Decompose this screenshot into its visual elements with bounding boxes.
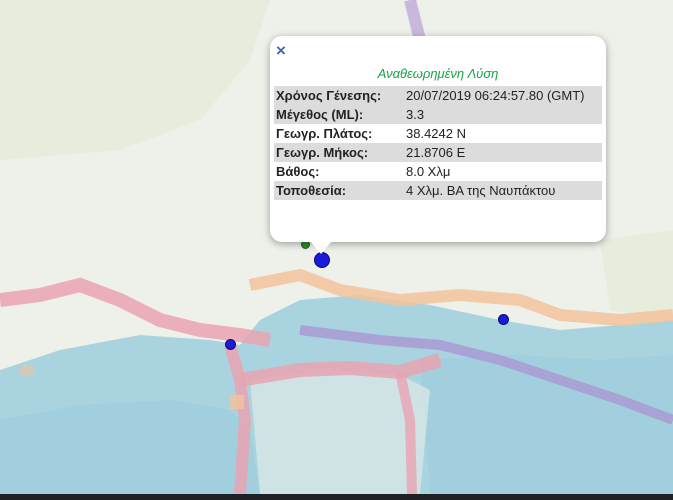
row-value: 38.4242 N [406, 126, 466, 141]
orange-spot [230, 395, 244, 409]
earthquake-marker[interactable] [225, 339, 236, 350]
row-label: Βάθος: [276, 164, 320, 179]
popup-pointer [310, 241, 332, 254]
earthquake-info-popup: × Αναθεωρημένη Λύση Χρόνος Γένεσης: 20/0… [270, 36, 606, 242]
row-value: 8.0 Χλμ [406, 164, 451, 179]
popup-title: Αναθεωρημένη Λύση [377, 66, 499, 81]
row-value: 4 Χλμ. ΒΑ της Ναυπάκτου [404, 181, 602, 200]
table-row: Βάθος: 8.0 Χλμ [274, 162, 602, 181]
earthquake-marker-selected[interactable] [314, 252, 330, 268]
earthquake-details-table: Χρόνος Γένεσης: 20/07/2019 06:24:57.80 (… [274, 86, 602, 200]
row-label: Τοποθεσία: [274, 181, 404, 200]
row-value: 21.8706 E [404, 143, 602, 162]
row-label: Γεωγρ. Πλάτος: [276, 126, 373, 141]
row-value: 3.3 [404, 105, 602, 124]
table-row: Γεωγρ. Μήκος: 21.8706 E [274, 143, 602, 162]
map-view[interactable]: × Αναθεωρημένη Λύση Χρόνος Γένεσης: 20/0… [0, 0, 673, 494]
table-row: Γεωγρ. Πλάτος: 38.4242 N [274, 124, 602, 143]
table-row: Τοποθεσία: 4 Χλμ. ΒΑ της Ναυπάκτου [274, 181, 602, 200]
close-icon[interactable]: × [276, 42, 286, 60]
row-value: 20/07/2019 06:24:57.80 (GMT) [404, 86, 602, 105]
table-row: Χρόνος Γένεσης: 20/07/2019 06:24:57.80 (… [274, 86, 602, 105]
bottom-bar [0, 494, 673, 500]
table-row: Μέγεθος (ML): 3.3 [274, 105, 602, 124]
row-label: Χρόνος Γένεσης: [274, 86, 404, 105]
water-gulf-deep [0, 400, 260, 494]
earthquake-marker[interactable] [498, 314, 509, 325]
row-label: Γεωγρ. Μήκος: [274, 143, 404, 162]
orange-spot-west [20, 365, 34, 375]
land-green-area-east [600, 230, 673, 320]
row-label: Μέγεθος (ML): [274, 105, 404, 124]
